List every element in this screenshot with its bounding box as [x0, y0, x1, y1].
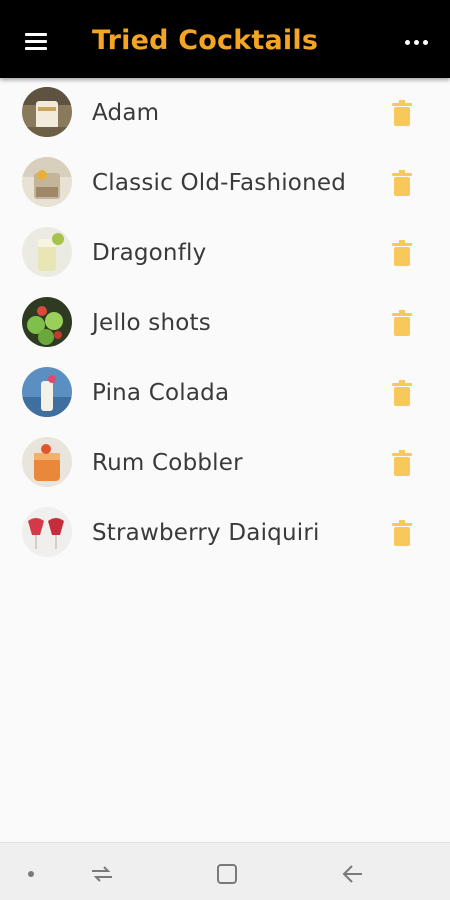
- cocktail-thumbnail: [22, 437, 72, 487]
- menu-line: [25, 39, 47, 43]
- delete-icon[interactable]: [390, 100, 414, 126]
- system-nav-bar: [0, 842, 450, 900]
- cocktail-name: Classic Old-Fashioned: [92, 170, 347, 196]
- list-item[interactable]: Rum Cobbler: [0, 428, 450, 498]
- cocktail-thumbnail: [22, 157, 72, 207]
- recent-apps-icon[interactable]: [88, 863, 116, 885]
- page-title: Tried Cocktails: [92, 25, 319, 56]
- cocktail-name: Rum Cobbler: [92, 450, 243, 476]
- app-bar: Tried Cocktails: [0, 0, 450, 78]
- delete-icon[interactable]: [390, 240, 414, 266]
- more-dot: [413, 39, 419, 45]
- app-screen: Tried Cocktails Adam Classic Old-Fashion…: [0, 0, 450, 900]
- delete-icon[interactable]: [390, 170, 414, 196]
- cocktail-thumbnail: [22, 297, 72, 347]
- cocktail-thumbnail: [22, 227, 72, 277]
- more-dot: [404, 39, 410, 45]
- delete-icon[interactable]: [390, 310, 414, 336]
- cocktail-list: Adam Classic Old-Fashioned Dragonfly Jel…: [0, 78, 450, 568]
- cocktail-name: Strawberry Daiquiri: [92, 520, 320, 546]
- hamburger-menu-icon[interactable]: [18, 25, 54, 57]
- list-item[interactable]: Dragonfly: [0, 218, 450, 288]
- list-item[interactable]: Classic Old-Fashioned: [0, 148, 450, 218]
- menu-line: [25, 32, 47, 36]
- cocktail-name: Pina Colada: [92, 380, 230, 406]
- list-item[interactable]: Jello shots: [0, 288, 450, 358]
- cocktail-thumbnail: [22, 367, 72, 417]
- cocktail-name: Dragonfly: [92, 240, 207, 266]
- menu-line: [25, 46, 47, 50]
- cocktail-name: Adam: [92, 100, 160, 126]
- delete-icon[interactable]: [390, 520, 414, 546]
- home-icon[interactable]: [214, 861, 240, 887]
- dot-indicator-icon: [28, 871, 34, 877]
- list-item[interactable]: Pina Colada: [0, 358, 450, 428]
- cocktail-thumbnail: [22, 87, 72, 137]
- delete-icon[interactable]: [390, 450, 414, 476]
- more-dot: [422, 39, 428, 45]
- list-item[interactable]: Strawberry Daiquiri: [0, 498, 450, 568]
- back-icon[interactable]: [340, 861, 366, 887]
- cocktail-name: Jello shots: [92, 310, 211, 336]
- more-options-icon[interactable]: [394, 24, 438, 60]
- delete-icon[interactable]: [390, 380, 414, 406]
- list-item[interactable]: Adam: [0, 78, 450, 148]
- cocktail-thumbnail: [22, 507, 72, 557]
